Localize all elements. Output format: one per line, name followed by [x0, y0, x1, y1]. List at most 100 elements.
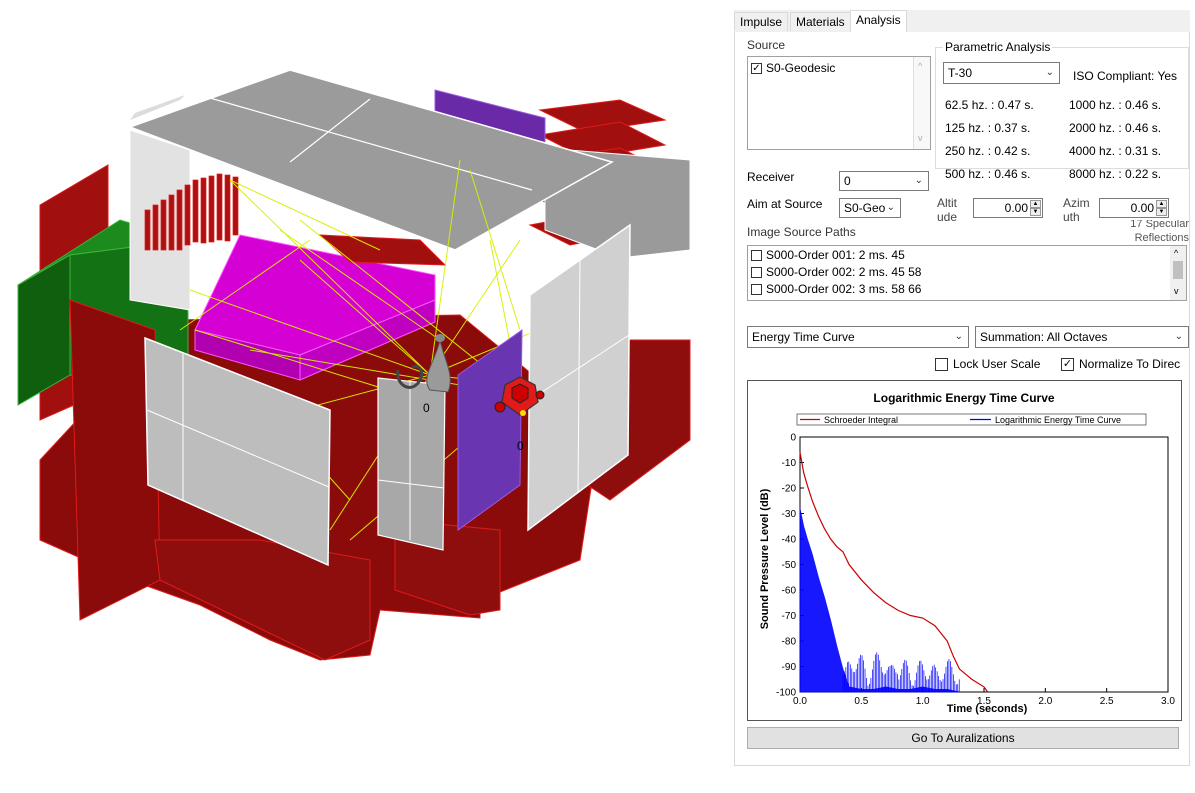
chevron-down-icon: ⌄	[1174, 331, 1183, 342]
normalize-label[interactable]: Normalize To Direc	[1079, 357, 1180, 371]
tab-analysis[interactable]: Analysis	[850, 10, 907, 33]
scroll-up-icon[interactable]: ^	[1174, 248, 1178, 258]
analysis-panel: Impulse Materials Analysis Source ✓ S0-G…	[734, 10, 1190, 766]
chevron-down-icon: ⌄	[886, 202, 895, 213]
x-tick-label: 0.5	[854, 696, 868, 707]
aim-select-value: S0-Geo	[844, 201, 886, 215]
azimuth-label-line1: Azim	[1063, 196, 1090, 210]
go-to-auralizations-button[interactable]: Go To Auralizations	[747, 727, 1179, 749]
y-tick-label: -80	[782, 637, 797, 648]
specular-count-line2: Reflections	[1134, 232, 1189, 244]
image-source-list[interactable]: S000-Order 001: 2 ms. 45 S000-Order 002:…	[747, 245, 1187, 301]
scroll-down-icon[interactable]: v	[1174, 286, 1179, 296]
y-tick-label: -30	[782, 509, 797, 520]
y-tick-label: -90	[782, 662, 797, 673]
path-item[interactable]: S000-Order 001: 2 ms. 45	[766, 248, 905, 262]
lock-scale-checkbox[interactable]	[935, 358, 948, 371]
result-8000hz: 8000 hz. : 0.22 s.	[1069, 167, 1162, 181]
chevron-down-icon: ⌄	[954, 331, 963, 342]
tab-strip: Impulse Materials Analysis	[734, 10, 1190, 33]
source-label: Source	[747, 38, 786, 52]
iso-compliant-text: ISO Compliant: Yes	[1073, 69, 1178, 83]
path-item[interactable]: S000-Order 002: 3 ms. 58 66	[766, 282, 921, 296]
x-tick-label: 0.0	[793, 696, 807, 707]
receiver-select-value: 0	[844, 174, 851, 188]
result-1000hz: 1000 hz. : 0.46 s.	[1069, 98, 1162, 112]
summation-value: Summation: All Octaves	[980, 330, 1108, 344]
path-scrollbar[interactable]: ^ v	[1170, 246, 1186, 300]
spin-up-icon[interactable]: ▲	[1030, 200, 1041, 208]
etc-chart: Logarithmic Energy Time Curve Schroeder …	[759, 391, 1175, 715]
altitude-label-line1: Altit	[937, 196, 958, 210]
parametric-label: Parametric Analysis	[943, 40, 1053, 54]
y-tick-label: -10	[782, 458, 797, 469]
spin-down-icon[interactable]: ▼	[1030, 208, 1041, 216]
altitude-value: 0.00	[1004, 201, 1028, 215]
y-tick-label: -20	[782, 484, 797, 495]
curve-type-value: Energy Time Curve	[752, 330, 855, 344]
azimuth-spinner[interactable]: 0.00 ▲ ▼	[1099, 198, 1169, 218]
y-tick-label: -60	[782, 586, 797, 597]
path-checkbox[interactable]	[751, 250, 762, 261]
receiver-select[interactable]: 0 ⌄	[839, 171, 929, 191]
normalize-checkbox[interactable]: ✓	[1061, 358, 1074, 371]
path-checkbox[interactable]	[751, 267, 762, 278]
tab-materials[interactable]: Materials	[790, 12, 851, 31]
x-tick-label: 2.0	[1038, 696, 1052, 707]
y-tick-label: -40	[782, 535, 797, 546]
receiver-label: Receiver	[747, 170, 795, 184]
panel-gray-center	[377, 377, 446, 551]
parametric-select-value: T-30	[948, 66, 973, 80]
parametric-select[interactable]: T-30 ⌄	[943, 62, 1060, 84]
lock-scale-label[interactable]: Lock User Scale	[953, 357, 1040, 371]
3d-model-viewport[interactable]: 0 0	[0, 0, 730, 793]
aim-select[interactable]: S0-Geo ⌄	[839, 198, 901, 218]
result-4000hz: 4000 hz. : 0.31 s.	[1069, 144, 1162, 158]
chart-ylabel: Sound Pressure Level (dB)	[759, 488, 771, 629]
y-tick-label: -50	[782, 560, 797, 571]
y-tick-label: -70	[782, 611, 797, 622]
source-checkbox[interactable]: ✓	[751, 63, 762, 74]
aim-label: Aim at Source	[747, 197, 823, 211]
chevron-down-icon: ⌄	[1045, 67, 1054, 78]
analysis-tab-content: Source ✓ S0-Geodesic ^ v Parametric Anal…	[734, 32, 1190, 766]
legend-label-etc: Logarithmic Energy Time Curve	[995, 415, 1121, 425]
y-tick-label: 0	[790, 433, 796, 444]
legend-label-schroeder: Schroeder Integral	[824, 415, 898, 425]
altitude-label-line2-clip: ude	[937, 210, 967, 222]
x-tick-label: 3.0	[1161, 696, 1175, 707]
scroll-thumb[interactable]	[1173, 261, 1183, 279]
curve-type-select[interactable]: Energy Time Curve ⌄	[747, 326, 969, 348]
result-62hz: 62.5 hz. : 0.47 s.	[945, 98, 1034, 112]
specular-count-clip: 17 Specular Reflections	[1105, 220, 1189, 246]
result-500hz: 500 hz. : 0.46 s.	[945, 167, 1031, 181]
source-listbox[interactable]: ✓ S0-Geodesic ^ v	[747, 56, 931, 150]
chart-title: Logarithmic Energy Time Curve	[873, 391, 1054, 405]
path-item[interactable]: S000-Order 002: 2 ms. 45 58	[766, 265, 921, 279]
etc-chart-frame: Logarithmic Energy Time Curve Schroeder …	[747, 380, 1182, 721]
x-tick-label: 2.5	[1100, 696, 1114, 707]
azimuth-value: 0.00	[1130, 201, 1154, 215]
image-source-label: Image Source Paths	[747, 225, 856, 239]
tab-impulse[interactable]: Impulse	[734, 12, 789, 31]
scroll-down-icon[interactable]: v	[918, 133, 923, 143]
spin-up-icon[interactable]: ▲	[1156, 200, 1167, 208]
source-id-label: 0	[517, 439, 524, 453]
result-125hz: 125 hz. : 0.37 s.	[945, 121, 1031, 135]
altitude-spinner[interactable]: 0.00 ▲ ▼	[973, 198, 1043, 218]
spin-down-icon[interactable]: ▼	[1156, 208, 1167, 216]
scroll-up-icon[interactable]: ^	[918, 61, 922, 71]
plot-area-frame	[799, 436, 1169, 693]
azimuth-label-line2-clip: uth	[1063, 210, 1093, 222]
source-scrollbar[interactable]: ^ v	[913, 57, 930, 149]
azimuth-label-line2: uth	[1063, 210, 1080, 222]
altitude-label-line2: ude	[937, 210, 958, 222]
chevron-down-icon: ⌄	[914, 175, 923, 186]
result-2000hz: 2000 hz. : 0.46 s.	[1069, 121, 1162, 135]
path-checkbox[interactable]	[751, 284, 762, 295]
x-tick-label: 1.5	[977, 696, 991, 707]
x-tick-label: 1.0	[916, 696, 930, 707]
specular-count-line1: 17 Specular	[1130, 220, 1189, 230]
source-item-label[interactable]: S0-Geodesic	[766, 61, 835, 75]
summation-select[interactable]: Summation: All Octaves ⌄	[975, 326, 1189, 348]
